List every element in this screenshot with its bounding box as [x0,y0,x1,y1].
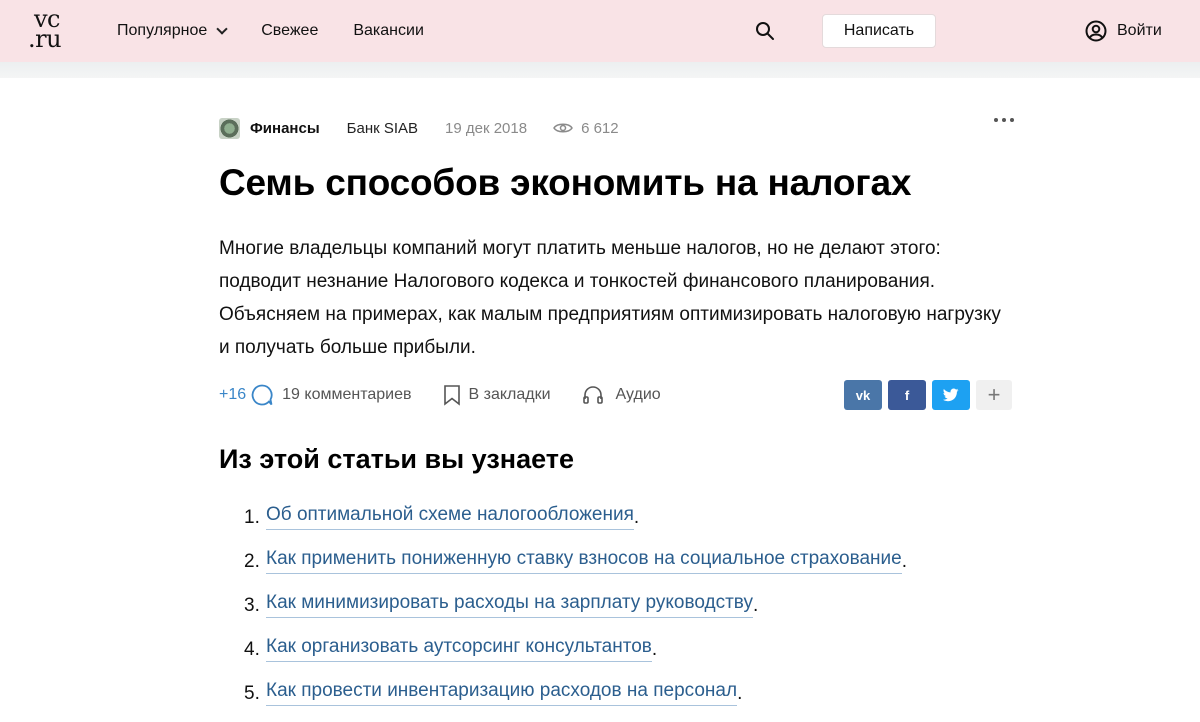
publish-date[interactable]: 19 дек 2018 [445,120,527,137]
article-title: Семь способов экономить на налогах [219,162,912,203]
nav-vacancies[interactable]: Вакансии [353,22,424,40]
toc-link-3[interactable]: Как минимизировать расходы на зарплату р… [266,591,753,618]
search-icon[interactable] [755,21,775,41]
article-actions: +16 19 комментариев В закладки Аудио vk … [219,380,1014,410]
share-vk-button[interactable]: vk [844,380,882,410]
toc-item: 2. Как применить пониженную ставку взносо… [244,547,907,574]
toc-link-2[interactable]: Как применить пониженную ставку взносов … [266,547,902,574]
toc-heading: Из этой статьи вы узнаете [219,444,574,474]
more-options-icon[interactable] [994,118,1014,122]
twitter-icon [943,388,959,402]
toc-link-1[interactable]: Об оптимальной схеме налогообложения [266,503,634,530]
views-counter: 6 612 [553,120,619,137]
share-more-button[interactable]: + [976,380,1012,410]
site-logo[interactable]: vc .ru [28,7,76,53]
toc-item: 5. Как провести инвентаризацию расходов н… [244,679,743,706]
share-buttons: vk f + [844,380,1012,410]
headphones-icon [582,386,603,404]
share-twitter-button[interactable] [932,380,970,410]
share-facebook-button[interactable]: f [888,380,926,410]
toc-item: 1. Об оптимальной схеме налогообложения. [244,503,640,530]
main-nav: Популярное Свежее Вакансии [117,0,424,62]
bookmark-button[interactable]: В закладки [443,384,551,406]
comments-link[interactable]: 19 комментариев [250,383,411,407]
toc-list: 1. Об оптимальной схеме налогообложения. … [244,503,907,722]
user-icon [1085,20,1107,42]
toc-link-5[interactable]: Как провести инвентаризацию расходов на … [266,679,738,706]
write-button[interactable]: Написать [822,14,936,48]
article-lead: Многие владельцы компаний могут платить … [219,238,1001,358]
login-button[interactable]: Войти [1085,19,1162,43]
article-meta: Финансы Банк SIAB 19 дек 2018 6 612 [219,116,1014,140]
bookmark-icon [444,385,461,406]
category-icon[interactable] [219,117,240,139]
toc-item: 3. Как минимизировать расходы на зарплату… [244,591,759,618]
nav-fresh[interactable]: Свежее [261,22,318,40]
top-header: vc .ru Популярное Свежее Вакансии Написа… [0,0,1200,62]
category-link[interactable]: Финансы [250,120,320,137]
header-divider [0,62,1200,78]
rating-counter[interactable]: +16 [219,386,246,404]
author-link[interactable]: Банк SIAB [347,120,418,137]
eye-icon [553,123,573,133]
audio-button[interactable]: Аудио [582,385,661,405]
nav-popular[interactable]: Популярное [117,22,228,40]
chevron-down-icon [216,22,228,35]
toc-link-4[interactable]: Как организовать аутсорсинг консультанто… [266,635,652,662]
toc-item: 4. Как организовать аутсорсинг консультан… [244,635,658,662]
comment-icon [251,384,273,406]
